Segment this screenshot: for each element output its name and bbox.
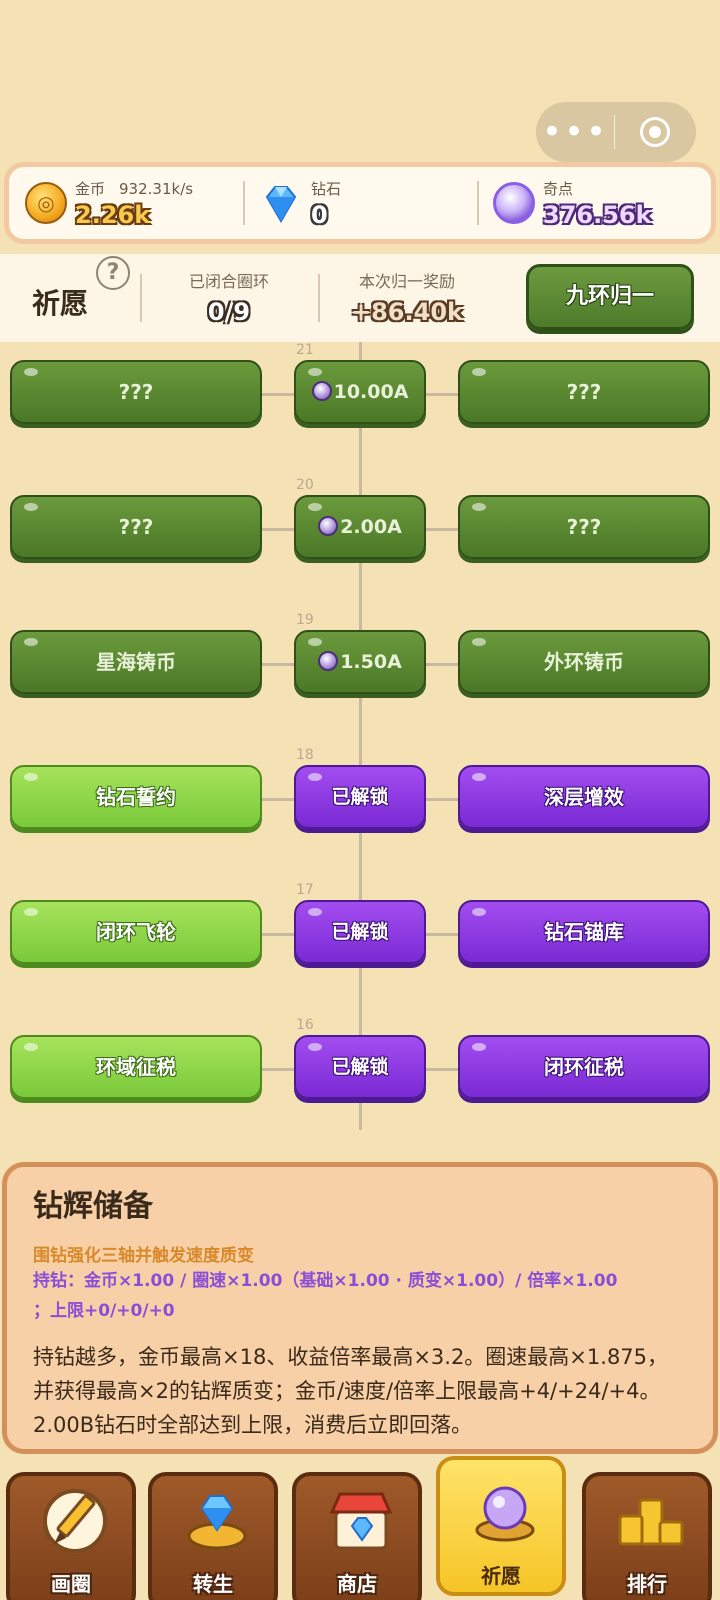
podium-icon — [618, 1498, 684, 1546]
diamond-label: 钻石 — [311, 179, 342, 198]
tier-right-node[interactable]: ??? — [458, 360, 710, 424]
skill-description: 持钻越多，金币最高×18、收益倍率最高×3.2。圈速最高×1.875，并获得最高… — [33, 1345, 669, 1437]
gold-resource: ◎ 金币 932.31k/s 2.26k — [9, 167, 243, 239]
tier-left-node[interactable]: 环域征税 — [10, 1035, 262, 1099]
crystal-ball-icon — [475, 1486, 535, 1542]
odd-resource: 奇点 376.56k — [477, 167, 711, 239]
diamond-resource: 钻石 0 — [243, 167, 477, 239]
tier-right-node[interactable]: ??? — [458, 495, 710, 559]
tier-left-node[interactable]: 星海铸币 — [10, 630, 262, 694]
skill-subtitle: 围钻强化三轴并触发速度质变 — [33, 1246, 254, 1266]
tier-right-node[interactable]: 外环铸币 — [458, 630, 710, 694]
gold-rate: 932.31k/s — [119, 179, 194, 198]
diamond-ring-icon — [187, 1495, 247, 1550]
closed-rings-value: 0/9 — [207, 298, 251, 326]
tab-label: 画圈 — [51, 1572, 91, 1596]
tier-left-node[interactable]: ??? — [10, 495, 262, 559]
tier-left-node[interactable]: 钻石誓约 — [10, 765, 262, 829]
tier-row: 19 星海铸币 1.50A 外环铸币 — [0, 612, 720, 702]
tier-number: 21 — [296, 342, 314, 358]
tab-label: 转生 — [193, 1572, 233, 1596]
tab-ranking[interactable]: 排行 — [582, 1472, 712, 1600]
tier-row: 16 环域征税 已解锁 闭环征税 — [0, 1017, 720, 1107]
tier-cost: 2.00A — [340, 516, 402, 538]
upgrade-tree[interactable]: 21 ??? 10.00A ??? 20 ??? 2.00A ??? 19 星海… — [0, 342, 720, 1130]
page-title: 祈愿 — [32, 287, 89, 320]
closed-rings-stat: 已闭合圈环 0/9 — [140, 254, 318, 342]
tier-number: 19 — [296, 612, 314, 628]
tier-left-node[interactable]: 闭环飞轮 — [10, 900, 262, 964]
reward-value: +86.40k — [351, 298, 463, 326]
tier-row: 17 闭环飞轮 已解锁 钻石锚库 — [0, 882, 720, 972]
singularity-cost-icon — [311, 381, 332, 401]
odd-value: 376.56k — [543, 200, 652, 229]
gold-label: 金币 — [75, 179, 106, 198]
tier-right-node[interactable]: 深层增效 — [458, 765, 710, 829]
tab-shop[interactable]: 商店 — [292, 1472, 422, 1600]
tier-number: 20 — [296, 477, 314, 493]
tier-unlock-cost-button[interactable]: 1.50A — [294, 630, 426, 694]
tier-unlocked-badge: 已解锁 — [294, 900, 426, 964]
tier-number: 16 — [296, 1017, 314, 1033]
diamond-icon — [265, 186, 297, 223]
tier-unlock-cost-button[interactable]: 2.00A — [294, 495, 426, 559]
tree-trunk — [359, 342, 362, 1130]
tier-cost: 10.00A — [333, 381, 409, 403]
target-icon — [640, 117, 670, 147]
tier-unlocked-badge: 已解锁 — [294, 765, 426, 829]
diamond-value: 0 — [311, 200, 328, 229]
reward-label: 本次归一奖励 — [358, 272, 455, 291]
tab-rebirth[interactable]: 转生 — [148, 1472, 278, 1600]
close-target-button[interactable] — [615, 117, 695, 147]
help-icon[interactable]: ? — [96, 256, 130, 290]
tier-unlock-cost-button[interactable]: 10.00A — [294, 360, 426, 424]
skill-title: 钻辉储备 — [33, 1189, 153, 1224]
tier-right-node[interactable]: 钻石锚库 — [458, 900, 710, 964]
bottom-nav: 画圈 转生 商店 祈愿 排行 — [0, 1456, 720, 1600]
tier-row: 21 ??? 10.00A ??? — [0, 342, 720, 432]
tier-right-node[interactable]: 闭环征税 — [458, 1035, 710, 1099]
tier-unlocked-badge: 已解锁 — [294, 1035, 426, 1099]
shop-icon — [329, 1492, 393, 1550]
skill-cap-line: ；上限+0/+0/+0 — [33, 1301, 175, 1321]
skill-stats-line: 持钻：金币×1.00 / 圈速×1.00（基础×1.00 · 质变×1.00）/… — [33, 1271, 618, 1291]
tier-left-node[interactable]: ??? — [10, 360, 262, 424]
gold-value: 2.26k — [75, 200, 151, 229]
tier-cost: 1.50A — [340, 651, 402, 673]
more-dots-icon[interactable]: ••• — [536, 102, 614, 162]
tab-label: 商店 — [337, 1572, 377, 1596]
reward-stat: 本次归一奖励 +86.40k — [318, 254, 496, 342]
pencil-icon — [43, 1489, 107, 1553]
skill-detail-panel[interactable]: 钻辉储备 围钻强化三轴并触发速度质变 持钻：金币×1.00 / 圈速×1.00（… — [2, 1162, 718, 1454]
tab-label: 祈愿 — [481, 1564, 521, 1588]
singularity-orb-icon — [493, 182, 535, 224]
singularity-cost-icon — [318, 516, 339, 536]
miniprogram-capsule: ••• — [536, 102, 696, 162]
wish-header: 祈愿 ? 已闭合圈环 0/9 本次归一奖励 +86.40k 九环归一 — [0, 254, 720, 342]
nine-rings-unify-button[interactable]: 九环归一 — [526, 264, 694, 330]
tier-row: 20 ??? 2.00A ??? — [0, 477, 720, 567]
tab-draw-circle[interactable]: 画圈 — [6, 1472, 136, 1600]
tab-label: 排行 — [627, 1572, 667, 1596]
tier-number: 17 — [296, 882, 314, 898]
closed-rings-label: 已闭合圈环 — [188, 272, 269, 291]
odd-label: 奇点 — [543, 179, 574, 198]
tier-number: 18 — [296, 747, 314, 763]
tier-row: 18 钻石誓约 已解锁 深层增效 — [0, 747, 720, 837]
gold-coin-icon: ◎ — [25, 182, 67, 224]
tab-wish[interactable]: 祈愿 — [436, 1456, 566, 1596]
singularity-cost-icon — [318, 651, 339, 671]
resource-bar: ◎ 金币 932.31k/s 2.26k 钻石 0 奇点 376.56k — [4, 162, 716, 244]
